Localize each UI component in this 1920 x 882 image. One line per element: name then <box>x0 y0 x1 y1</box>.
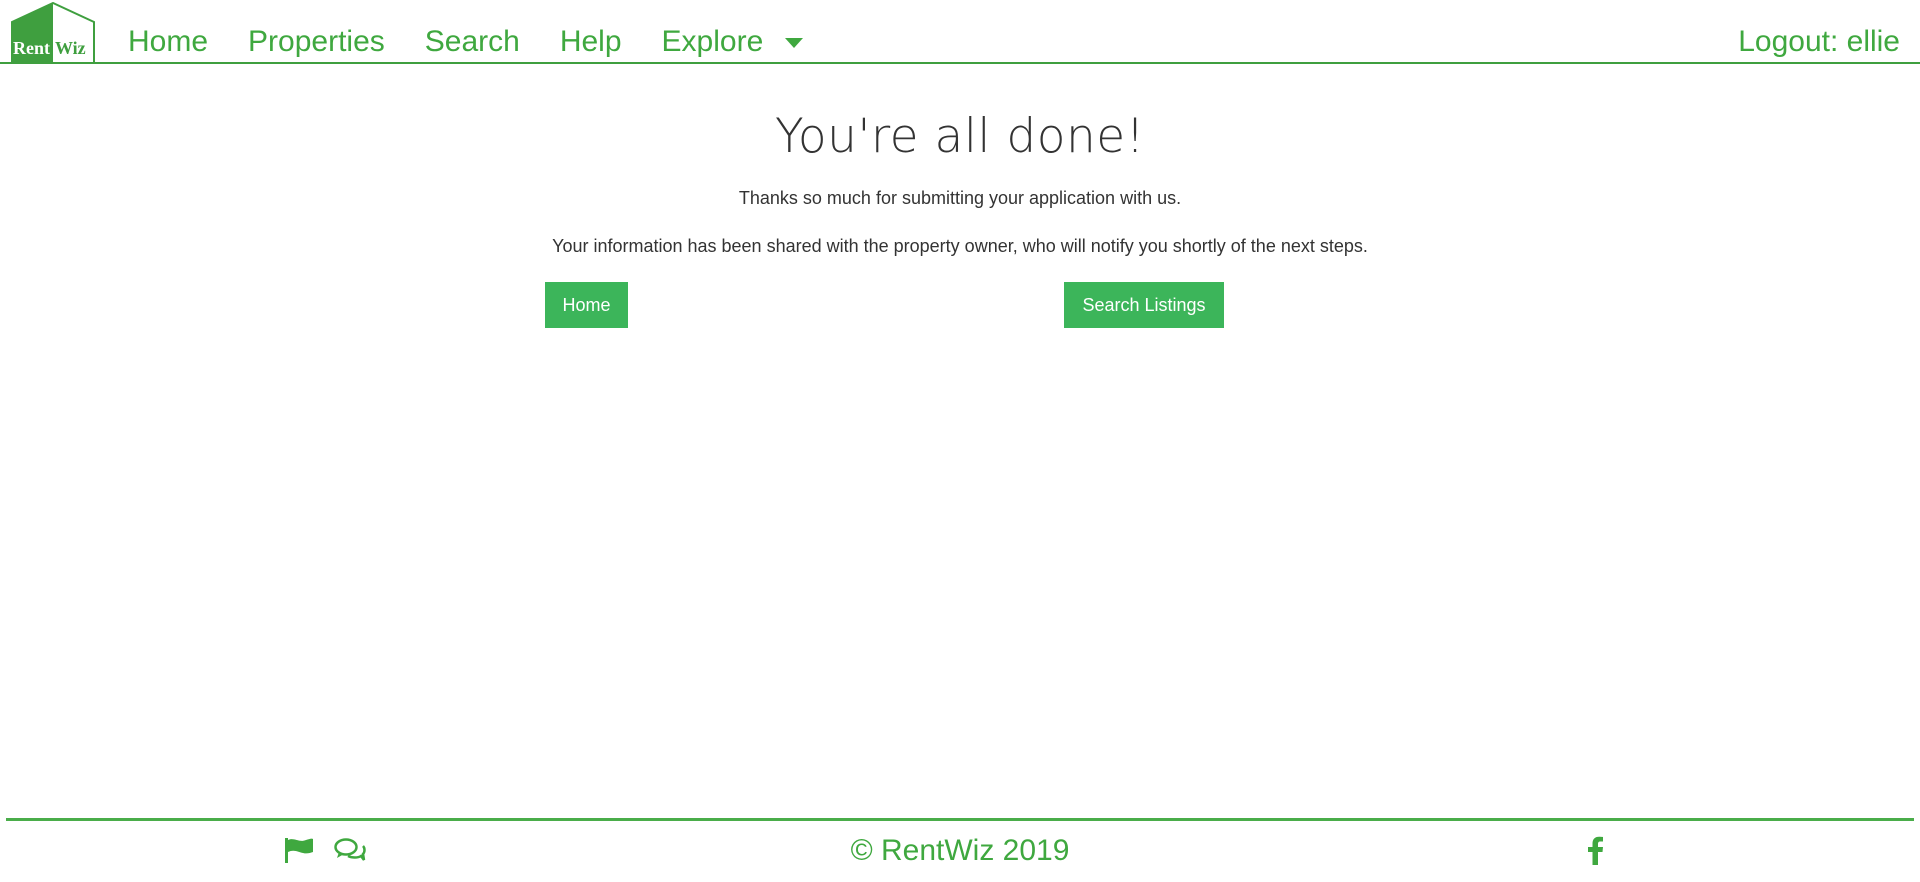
house-logo-icon: Rent Wiz <box>11 2 95 64</box>
logout-link[interactable]: Logout: ellie <box>1738 20 1900 64</box>
copyright-text: © RentWiz 2019 <box>850 834 1070 867</box>
nav-help[interactable]: Help <box>560 20 622 64</box>
nav-explore[interactable]: Explore <box>662 20 764 64</box>
page-title: You're all done! <box>774 109 1146 164</box>
nav-explore-dropdown[interactable]: Explore <box>662 20 804 64</box>
thank-you-message: Thanks so much for submitting your appli… <box>738 188 1182 208</box>
rentwiz-logo[interactable]: Rent Wiz <box>11 2 96 64</box>
nav-home[interactable]: Home <box>128 20 208 64</box>
footer: © RentWiz 2019 <box>0 821 1920 882</box>
nav-properties[interactable]: Properties <box>248 20 385 64</box>
caret-down-icon <box>785 38 804 48</box>
facebook-icon[interactable] <box>1586 835 1604 870</box>
nav-links: Home Properties Search Help Explore <box>128 20 804 64</box>
logo-text-rent: Rent <box>13 38 50 58</box>
next-steps-message: Your information has been shared with th… <box>552 236 1368 256</box>
logo-text-wiz: Wiz <box>55 38 86 58</box>
search-listings-button[interactable]: Search Listings <box>1064 282 1224 328</box>
home-button[interactable]: Home <box>545 282 628 328</box>
top-navbar: Rent Wiz Home Properties Search Help Exp… <box>0 0 1920 64</box>
nav-search[interactable]: Search <box>425 20 520 64</box>
